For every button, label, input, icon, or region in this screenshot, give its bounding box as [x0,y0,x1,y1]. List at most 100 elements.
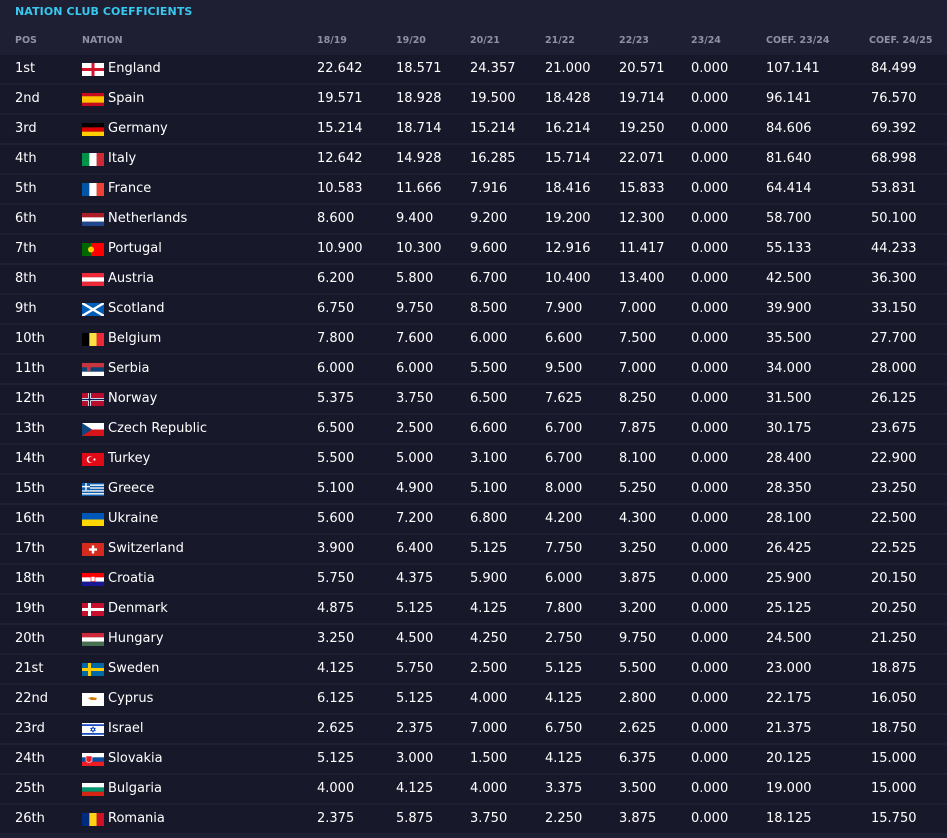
row-value-19-20: 2.375 [396,721,434,736]
row-nation-name[interactable]: England [108,55,161,83]
denmark-flag-icon [82,603,104,616]
table-row[interactable]: 17th Switzerland 3.900 6.400 5.125 7.750 3.250… [0,535,947,563]
row-value-23-24: 0.000 [691,481,729,496]
row-position: 25th [15,781,45,796]
row-nation-name[interactable]: Austria [108,265,154,293]
row-nation-name[interactable]: Czech Republic [108,415,207,443]
table-row[interactable]: 6th Netherlands 8.600 9.400 9.200 19.200 12.30… [0,205,947,233]
row-nation-name[interactable]: Ukraine [108,505,158,533]
row-nation-name[interactable]: Israel [108,715,144,743]
row-nation-name[interactable]: Cyprus [108,685,153,713]
row-value-23-24: 0.000 [691,691,729,706]
row-value-21-22: 7.625 [545,391,583,406]
table-row[interactable]: 22nd Cyprus 6.125 5.125 4.000 4.125 2.800 0.000… [0,685,947,713]
table-row[interactable]: 18th Croatia 5.750 4.375 5.900 6.000 3.875 0.00… [0,565,947,593]
column-header-pos[interactable]: POS [15,30,37,52]
table-row[interactable]: 3rd Germany 15.214 18.714 15.214 16.214 19.250… [0,115,947,143]
table-row[interactable]: 19th Denmark 4.875 5.125 4.125 7.800 3.200 0.00… [0,595,947,623]
row-nation-name[interactable]: Greece [108,475,154,503]
row-nation-name[interactable]: Denmark [108,595,168,623]
table-row[interactable]: 25th Bulgaria 4.000 4.125 4.000 3.375 3.500 0.0… [0,775,947,803]
row-nation-name[interactable]: Belgium [108,325,161,353]
table-row[interactable]: 2nd Spain 19.571 18.928 19.500 18.428 19.714 0.… [0,85,947,113]
row-nation-name[interactable]: France [108,175,151,203]
row-nation-name[interactable]: Netherlands [108,205,187,233]
table-row[interactable]: 24th Slovakia 5.125 3.000 1.500 4.125 6.375 0.0… [0,745,947,773]
row-value-18-19: 6.125 [317,691,355,706]
table-row[interactable]: 13th Czech Republic 6.500 2.500 6.600 6.700 7.… [0,415,947,443]
row-value-21-22: 3.375 [545,781,583,796]
row-value-20-21: 7.000 [470,721,508,736]
row-nation-name[interactable]: Serbia [108,355,149,383]
column-header-coef-23-24[interactable]: COEF. 23/24 [766,30,829,52]
table-row[interactable]: 16th Ukraine 5.600 7.200 6.800 4.200 4.300 0.00… [0,505,947,533]
row-nation-name[interactable]: Norway [108,385,157,413]
row-nation-name[interactable]: Portugal [108,235,162,263]
row-nation-name[interactable]: Sweden [108,655,159,683]
table-row[interactable]: 10th Belgium 7.800 7.600 6.000 6.600 7.500 0.00… [0,325,947,353]
row-value-23-24: 0.000 [691,301,729,316]
row-value-coef-23-24: 96.141 [766,91,812,106]
row-nation-name[interactable]: Slovakia [108,745,163,773]
row-value-coef-24-25: 18.875 [871,661,917,676]
row-value-21-22: 4.200 [545,511,583,526]
row-nation-name[interactable]: Switzerland [108,535,184,563]
row-value-coef-23-24: 84.606 [766,121,812,136]
table-row[interactable]: 21st Sweden 4.125 5.750 2.500 5.125 5.500 0.000… [0,655,947,683]
greece-flag-icon [82,483,104,496]
row-value-23-24: 0.000 [691,391,729,406]
row-value-19-20: 4.375 [396,571,434,586]
table-row[interactable]: 9th Scotland 6.750 9.750 8.500 7.900 7.000 0.00… [0,295,947,323]
israel-flag-icon [82,723,104,736]
row-value-18-19: 12.642 [317,151,363,166]
row-value-coef-24-25: 44.233 [871,241,917,256]
scotland-flag-icon [82,303,104,316]
row-value-coef-23-24: 34.000 [766,361,812,376]
table-row[interactable]: 5th France 10.583 11.666 7.916 18.416 15.833 0.… [0,175,947,203]
column-header-nation[interactable]: NATION [82,30,123,52]
row-position: 6th [15,211,37,226]
row-position: 5th [15,181,37,196]
row-value-23-24: 0.000 [691,91,729,106]
column-header-23-24[interactable]: 23/24 [691,30,721,52]
row-value-coef-24-25: 53.831 [871,181,917,196]
row-nation-name[interactable]: Croatia [108,565,155,593]
column-header-21-22[interactable]: 21/22 [545,30,575,52]
table-row[interactable]: 20th Hungary 3.250 4.500 4.250 2.750 9.750 0.00… [0,625,947,653]
row-nation-name[interactable]: Scotland [108,295,165,323]
table-row[interactable]: 23rd Israel 2.625 2.375 7.000 6.750 2.625 0.000… [0,715,947,743]
row-value-coef-24-25: 23.675 [871,421,917,436]
row-nation-name[interactable]: Spain [108,85,144,113]
table-row[interactable]: 14th Turkey 5.500 5.000 3.100 6.700 8.100 0.000… [0,445,947,473]
row-value-20-21: 2.500 [470,661,508,676]
column-header-19-20[interactable]: 19/20 [396,30,426,52]
row-nation-name[interactable]: Italy [108,145,136,173]
table-row[interactable]: 12th Norway 5.375 3.750 6.500 7.625 8.250 0.000… [0,385,947,413]
table-row[interactable]: 8th Austria 6.200 5.800 6.700 10.400 13.400 0.0… [0,265,947,293]
row-value-coef-24-25: 69.392 [871,121,917,136]
row-value-18-19: 22.642 [317,61,363,76]
column-header-coef-24-25[interactable]: COEF. 24/25 [869,30,932,52]
row-nation-name[interactable]: Romania [108,805,165,833]
column-header-18-19[interactable]: 18/19 [317,30,347,52]
row-nation-name[interactable]: Turkey [108,445,150,473]
coefficients-panel: NATION CLUB COEFFICIENTS POS NATION 18/1… [0,0,947,838]
row-value-22-23: 15.833 [619,181,665,196]
row-nation-name[interactable]: Bulgaria [108,775,162,803]
row-value-22-23: 7.000 [619,301,657,316]
row-value-19-20: 3.750 [396,391,434,406]
coefficients-table-body: 1st England 22.642 18.571 24.357 21.000 20.571… [0,55,947,835]
table-row[interactable]: 26th Romania 2.375 5.875 3.750 2.250 3.875 0.00… [0,805,947,833]
row-nation-name[interactable]: Hungary [108,625,164,653]
row-value-21-22: 7.800 [545,601,583,616]
table-row[interactable]: 7th Portugal 10.900 10.300 9.600 12.916 11.417… [0,235,947,263]
table-row[interactable]: 1st England 22.642 18.571 24.357 21.000 20.571… [0,55,947,83]
row-nation-name[interactable]: Germany [108,115,168,143]
row-value-23-24: 0.000 [691,601,729,616]
table-row[interactable]: 4th Italy 12.642 14.928 16.285 15.714 22.071 0.… [0,145,947,173]
column-header-22-23[interactable]: 22/23 [619,30,649,52]
table-row[interactable]: 11th Serbia 6.000 6.000 5.500 9.500 7.000 0.000… [0,355,947,383]
column-header-20-21[interactable]: 20/21 [470,30,500,52]
table-row[interactable]: 15th Greece 5.100 4.900 5.100 8.000 5.250 0.000… [0,475,947,503]
serbia-flag-icon [82,363,104,376]
